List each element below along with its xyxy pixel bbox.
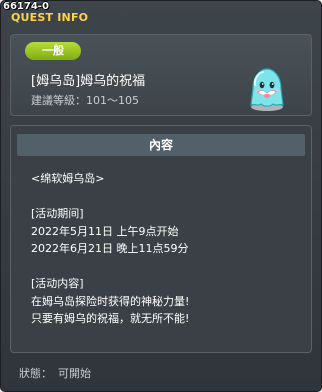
recommended-level: 建議等級：101～105 bbox=[31, 92, 139, 108]
muu-ghost-icon bbox=[245, 65, 289, 113]
content-line bbox=[31, 188, 301, 206]
window-title: QUEST INFO bbox=[11, 11, 89, 24]
quest-category-badge: 一般 bbox=[25, 42, 81, 60]
quest-info-window: 66174-0 QUEST INFO 一般 [姆乌岛]姆乌的祝福 建議等級：10… bbox=[0, 0, 322, 392]
content-line: 只要有姆乌的祝福，就无所不能! bbox=[31, 312, 190, 325]
quest-status: 狀態： 可開始 bbox=[19, 365, 97, 381]
quest-content-panel: 內容 <绵软姆乌岛> [活动期间] 2022年5月11日 上午9点开始 2022… bbox=[10, 125, 312, 353]
quest-name: [姆乌岛]姆乌的祝福 bbox=[31, 74, 146, 89]
content-line: 2022年6月21日 晚上11点59分 bbox=[31, 242, 189, 255]
content-line: 2022年5月11日 上午9点开始 bbox=[31, 224, 179, 238]
muu-ghost-icon-graphic bbox=[250, 68, 284, 111]
content-line: [活动内容] bbox=[31, 277, 84, 290]
status-value: 可開始 bbox=[58, 367, 91, 380]
recommended-level-range: 101～105 bbox=[86, 94, 139, 107]
content-line: [活动期间] bbox=[31, 207, 84, 220]
recommended-level-label: 建議等級： bbox=[31, 94, 86, 107]
content-line: <绵软姆乌岛> bbox=[31, 172, 105, 185]
content-header: 內容 bbox=[17, 134, 305, 156]
content-line bbox=[31, 258, 301, 276]
quest-summary-panel: 一般 [姆乌岛]姆乌的祝福 建議等級：101～105 bbox=[10, 34, 312, 116]
content-line: 在姆乌岛探险时获得的神秘力量! bbox=[31, 294, 190, 308]
status-label: 狀態： bbox=[19, 367, 52, 380]
content-text: <绵软姆乌岛> [活动期间] 2022年5月11日 上午9点开始 2022年6月… bbox=[31, 170, 301, 328]
